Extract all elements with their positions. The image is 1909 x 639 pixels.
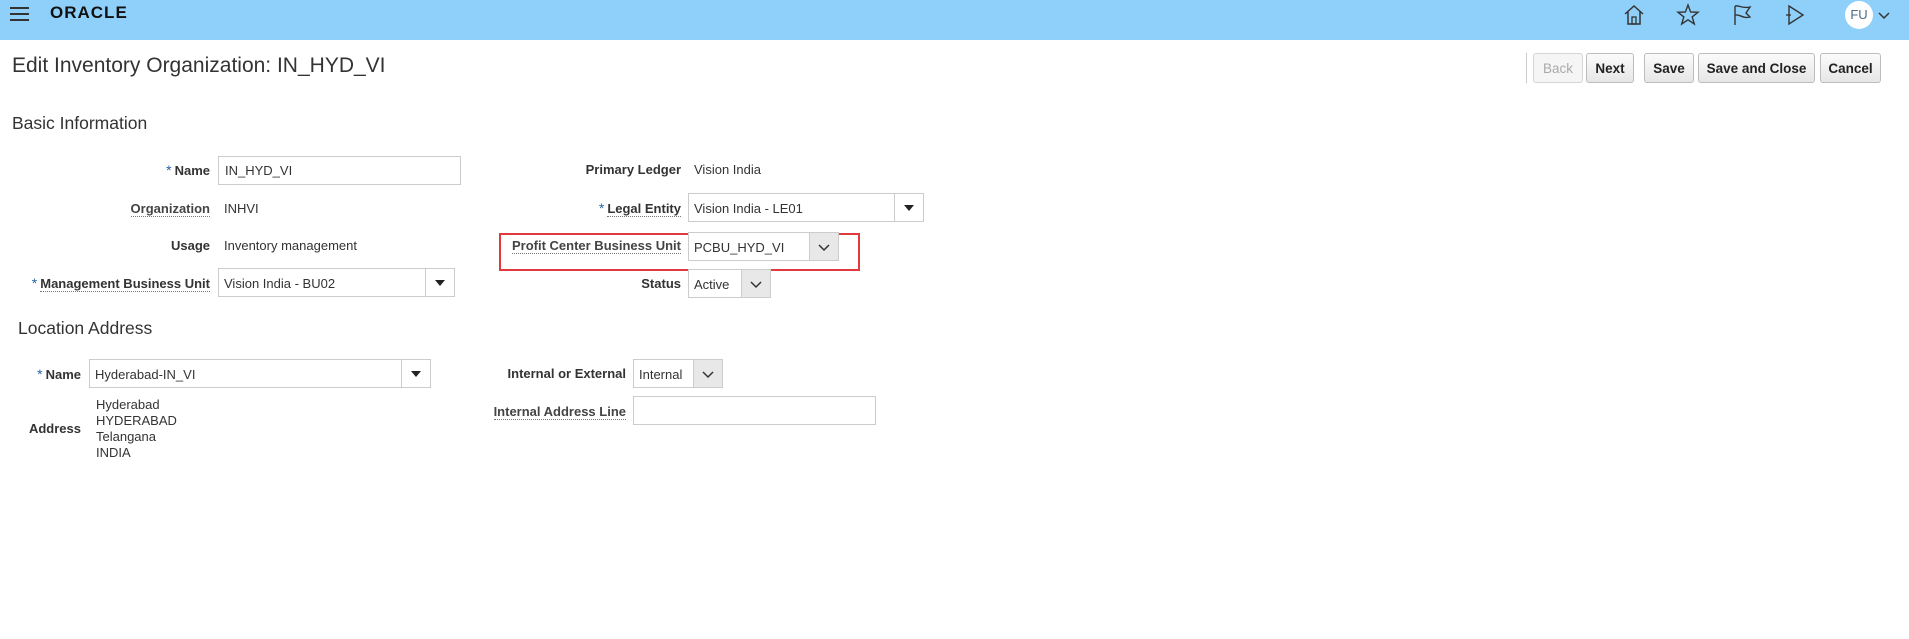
mbu-selected-value: Vision India - BU02: [224, 276, 336, 291]
flag-icon[interactable]: [1729, 2, 1755, 28]
menu-icon[interactable]: [10, 7, 29, 22]
chevron-down-icon[interactable]: [809, 233, 838, 260]
status-label: Status: [641, 276, 681, 291]
save-and-close-button[interactable]: Save and Close: [1698, 53, 1815, 83]
avatar[interactable]: FU: [1845, 1, 1873, 29]
home-icon[interactable]: [1621, 2, 1647, 28]
internal-or-external-select[interactable]: Internal: [633, 359, 723, 388]
required-marker: *: [37, 366, 43, 382]
address-line: HYDERABAD: [96, 413, 177, 428]
organization-value: INHVI: [224, 201, 259, 216]
legal-entity-selected-value: Vision India - LE01: [694, 201, 803, 216]
organization-label[interactable]: Organization: [130, 201, 210, 217]
address-line: Hyderabad: [96, 397, 160, 412]
address-line: INDIA: [96, 445, 131, 460]
back-button[interactable]: Back: [1533, 53, 1583, 83]
basic-information-heading: Basic Information: [12, 113, 148, 133]
star-icon[interactable]: [1675, 2, 1701, 28]
required-marker: *: [166, 162, 172, 178]
chevron-down-icon[interactable]: [693, 360, 722, 387]
oracle-logo[interactable]: ORACLE: [50, 3, 128, 23]
legal-entity-label: * Legal Entity: [598, 200, 681, 217]
location-name-selected-value: Hyderabad-IN_VI: [95, 367, 196, 382]
cancel-button[interactable]: Cancel: [1820, 53, 1881, 83]
usage-label: Usage: [170, 238, 210, 253]
location-name-label: * Name: [37, 366, 81, 382]
legal-entity-select[interactable]: Vision India - LE01: [688, 193, 924, 222]
name-label: * Name: [166, 162, 210, 178]
profit-center-business-unit-select[interactable]: PCBU_HYD_VI: [688, 232, 839, 261]
required-marker: *: [598, 200, 605, 216]
internal-external-selected-value: Internal: [639, 367, 683, 382]
location-address-heading: Location Address: [18, 318, 153, 338]
management-business-unit-label: * Management Business Unit: [31, 275, 210, 292]
toolbar-divider: [1526, 53, 1527, 83]
status-selected-value: Active: [694, 277, 730, 292]
dropdown-arrow-icon[interactable]: [894, 194, 923, 221]
dropdown-arrow-icon[interactable]: [401, 360, 430, 387]
save-button[interactable]: Save: [1644, 53, 1694, 83]
usage-value: Inventory management: [224, 238, 357, 253]
status-select[interactable]: Active: [688, 269, 771, 298]
profit-center-business-unit-label[interactable]: Profit Center Business Unit: [511, 238, 681, 254]
address-line: Telangana: [96, 429, 156, 444]
play-icon[interactable]: [1782, 2, 1808, 28]
name-input[interactable]: IN_HYD_VI: [218, 156, 461, 185]
internal-address-line-input[interactable]: [633, 396, 876, 425]
internal-address-line-label[interactable]: Internal Address Line: [493, 404, 626, 420]
pcbu-selected-value: PCBU_HYD_VI: [694, 240, 785, 255]
dropdown-arrow-icon[interactable]: [425, 269, 454, 296]
location-name-select[interactable]: Hyderabad-IN_VI: [89, 359, 431, 388]
page-title: Edit Inventory Organization: IN_HYD_VI: [12, 54, 386, 77]
internal-or-external-label: Internal or External: [507, 366, 626, 381]
address-label: Address: [28, 421, 81, 436]
chevron-down-icon[interactable]: [1877, 8, 1891, 22]
chevron-down-icon[interactable]: [741, 270, 770, 297]
next-button[interactable]: Next: [1586, 53, 1634, 83]
primary-ledger-label: Primary Ledger: [585, 162, 681, 177]
management-business-unit-select[interactable]: Vision India - BU02: [218, 268, 455, 297]
global-header: ORACLE FU: [0, 0, 1909, 40]
required-marker: *: [31, 275, 38, 291]
primary-ledger-value: Vision India: [694, 162, 761, 177]
